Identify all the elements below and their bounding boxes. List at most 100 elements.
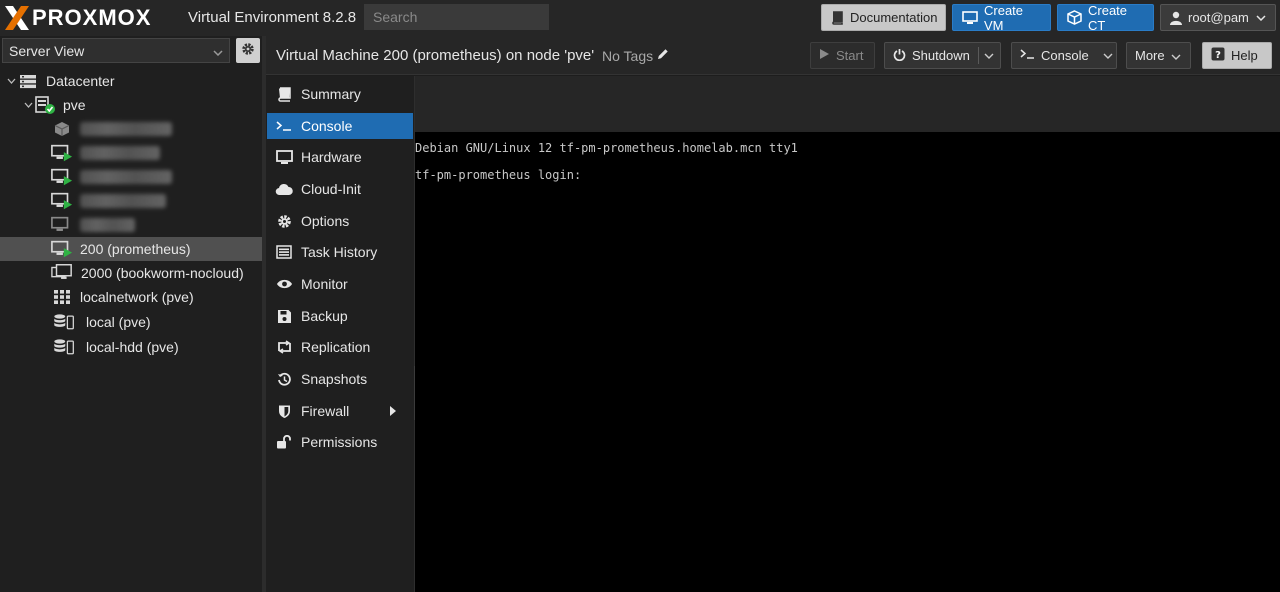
tree-item-datacenter[interactable]: Datacenter xyxy=(0,69,262,93)
start-button[interactable]: Start xyxy=(810,42,875,69)
tree-item-label: localnetwork (pve) xyxy=(80,289,194,305)
console-button[interactable]: Console xyxy=(1011,42,1117,69)
resource-tree: Datacenter pve 200 (prometheus) 2000 (bo… xyxy=(0,69,262,359)
server-rack-icon xyxy=(17,71,39,91)
console-line: Debian GNU/Linux 12 tf-pm-prometheus.hom… xyxy=(415,141,798,155)
vm-running-icon xyxy=(51,143,73,163)
nav-label: Snapshots xyxy=(301,371,368,387)
proxmox-logo[interactable]: PROXMOX xyxy=(4,4,151,32)
tree-item-storage-local-hdd[interactable]: local-hdd (pve) xyxy=(0,334,262,359)
console-toolbar xyxy=(415,76,1280,132)
nav-label: Monitor xyxy=(301,276,348,292)
terminal-icon xyxy=(275,117,293,135)
nav-monitor[interactable]: Monitor xyxy=(267,271,413,297)
console-line: tf-pm-prometheus login: xyxy=(415,168,582,182)
chevron-down-icon xyxy=(1256,14,1266,21)
question-icon: ? xyxy=(1211,47,1225,64)
nav-label: Backup xyxy=(301,308,348,324)
create-ct-label: Create CT xyxy=(1088,2,1128,33)
tree-item-label: pve xyxy=(63,97,86,113)
vm-title: Virtual Machine 200 (prometheus) on node… xyxy=(276,47,595,64)
view-selector-label: Server View xyxy=(9,42,85,59)
chevron-right-icon[interactable] xyxy=(390,403,396,419)
nav-replication[interactable]: Replication xyxy=(267,334,413,360)
nav-cloud-init[interactable]: Cloud-Init xyxy=(267,176,413,202)
retweet-icon xyxy=(275,338,293,356)
chevron-down-icon xyxy=(213,43,223,59)
proxmox-x-icon xyxy=(4,5,30,31)
tree-item-guest[interactable] xyxy=(0,141,262,165)
nav-task-history[interactable]: Task History xyxy=(267,239,413,265)
chevron-down-icon[interactable] xyxy=(978,43,1000,68)
documentation-button[interactable]: Documentation xyxy=(821,4,946,31)
cloud-icon xyxy=(275,180,293,198)
terminal-icon xyxy=(1020,48,1035,63)
monitor-icon xyxy=(275,148,293,166)
vm-running-icon xyxy=(51,167,73,187)
chevron-down-icon[interactable] xyxy=(1097,43,1119,68)
nav-label: Task History xyxy=(301,244,378,260)
tags-label: No Tags xyxy=(602,48,654,64)
create-ct-button[interactable]: Create CT xyxy=(1057,2,1154,33)
unlock-icon xyxy=(275,433,293,451)
start-label: Start xyxy=(836,48,864,63)
search-input[interactable] xyxy=(364,4,549,30)
chevron-down-icon xyxy=(1171,48,1181,63)
nav-hardware[interactable]: Hardware xyxy=(267,144,413,170)
vnc-console[interactable]: Debian GNU/Linux 12 tf-pm-prometheus.hom… xyxy=(415,132,1280,592)
gear-icon xyxy=(241,42,255,59)
desktop-icon xyxy=(962,10,978,25)
nav-label: Cloud-Init xyxy=(301,181,361,197)
tree-item-label: local (pve) xyxy=(86,313,151,330)
chevron-down-icon[interactable] xyxy=(22,99,34,111)
tree-settings-button[interactable] xyxy=(236,38,260,63)
tags-editor[interactable]: No Tags xyxy=(602,48,669,64)
tree-item-vm-200[interactable]: 200 (prometheus) xyxy=(0,237,262,261)
shutdown-button[interactable]: Shutdown xyxy=(884,42,1001,69)
container-icon xyxy=(51,119,73,139)
nav-options[interactable]: Options xyxy=(267,208,413,234)
node-online-icon xyxy=(34,95,56,115)
nav-label: Firewall xyxy=(301,403,350,419)
tree-item-guest[interactable] xyxy=(0,213,262,237)
vm-running-icon xyxy=(51,239,73,259)
console-label: Console xyxy=(1041,48,1089,63)
nav-firewall[interactable]: Firewall xyxy=(267,398,413,424)
storage-icon xyxy=(53,312,75,332)
user-menu-button[interactable]: root@pam xyxy=(1160,4,1276,31)
nav-backup[interactable]: Backup xyxy=(267,303,413,329)
floppy-icon xyxy=(275,307,293,325)
tree-item-template-2000[interactable]: 2000 (bookworm-nocloud) xyxy=(0,261,262,285)
tree-item-storage-local[interactable]: local (pve) xyxy=(0,309,262,334)
resource-tree-panel: Server View Datacenter pve 200 (promethe… xyxy=(0,36,262,592)
create-vm-label: Create VM xyxy=(984,2,1024,33)
nav-label: Console xyxy=(301,118,353,134)
redacted-label xyxy=(80,170,172,184)
nav-permissions[interactable]: Permissions xyxy=(267,429,413,455)
redacted-label xyxy=(80,218,135,232)
nav-summary[interactable]: Summary xyxy=(267,81,413,107)
tree-item-guest[interactable] xyxy=(0,189,262,213)
tree-item-label: Datacenter xyxy=(46,73,115,89)
shutdown-label: Shutdown xyxy=(912,48,970,63)
view-selector[interactable]: Server View xyxy=(2,38,230,63)
top-bar: PROXMOX Virtual Environment 8.2.8 Docume… xyxy=(0,0,1280,36)
help-button[interactable]: ? Help xyxy=(1202,42,1272,69)
main-content: Virtual Machine 200 (prometheus) on node… xyxy=(266,36,1280,592)
list-icon xyxy=(275,243,293,261)
tree-item-guest[interactable] xyxy=(0,165,262,189)
tree-item-node-pve[interactable]: pve xyxy=(0,93,262,117)
user-icon xyxy=(1170,11,1182,25)
create-vm-button[interactable]: Create VM xyxy=(952,2,1051,33)
gear-icon xyxy=(275,212,293,230)
more-button[interactable]: More xyxy=(1126,42,1191,69)
tree-item-sdn-zone[interactable]: localnetwork (pve) xyxy=(0,285,262,309)
svg-text:?: ? xyxy=(1215,50,1221,61)
power-icon xyxy=(893,48,906,64)
tree-item-guest[interactable] xyxy=(0,117,262,141)
more-label: More xyxy=(1135,48,1165,63)
chevron-down-icon[interactable] xyxy=(5,75,17,87)
vm-template-icon xyxy=(51,263,73,283)
nav-snapshots[interactable]: Snapshots xyxy=(267,366,413,392)
nav-console[interactable]: Console xyxy=(267,113,413,139)
